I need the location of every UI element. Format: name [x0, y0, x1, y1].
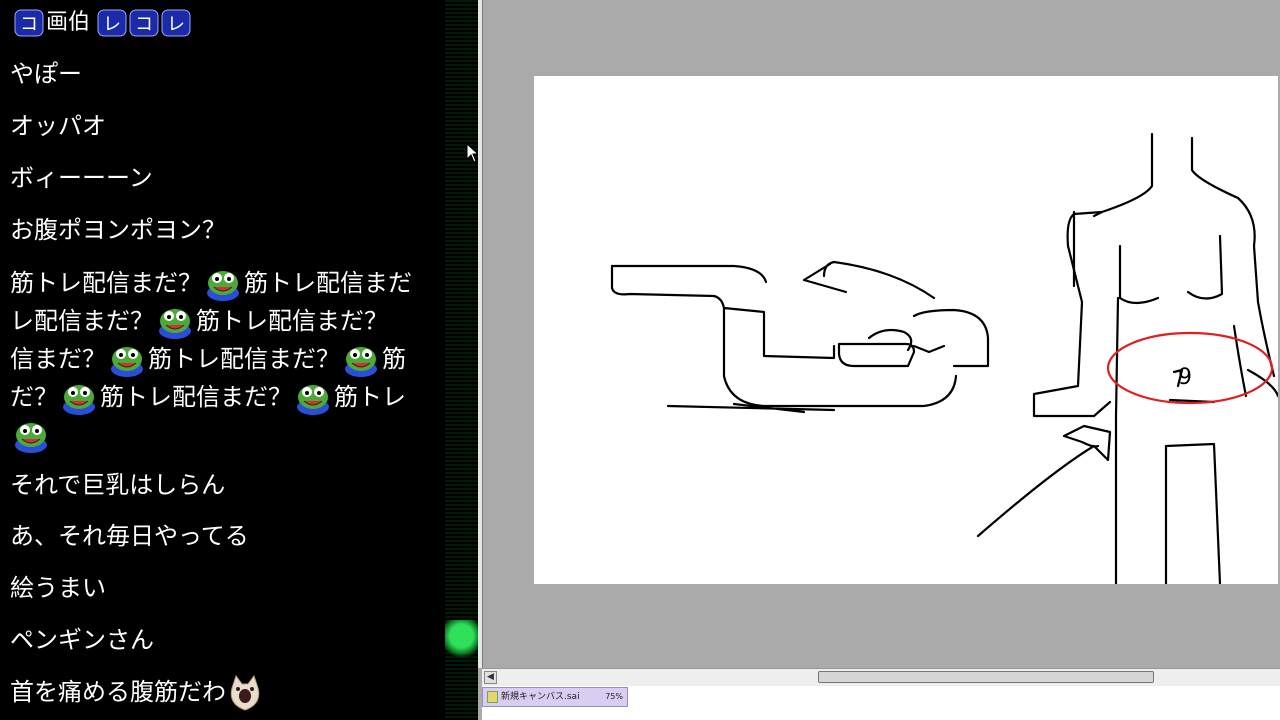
stroke — [1164, 442, 1222, 584]
stroke — [1032, 132, 1154, 418]
spam-text: 筋トレ配信まだ？ — [10, 269, 202, 297]
chat-message: あ、それ毎日やってる — [10, 522, 249, 550]
spam-text: 筋トレ配信まだ？ — [100, 383, 292, 411]
svg-text:コ: コ — [20, 14, 38, 35]
spam-text: だ？ — [10, 383, 58, 411]
paint-app-window: 9 ◀ 新規キャンバス.sai 75% — [478, 0, 1280, 720]
svg-text:コ: コ — [135, 14, 153, 35]
katakana-badge-icon: レ — [161, 9, 191, 37]
chat-message: オッパオ — [10, 112, 106, 140]
stroke — [1186, 234, 1224, 300]
spam-text: 信まだ？ — [10, 345, 106, 373]
spam-text: 筋トレ配信まだ？ — [196, 307, 388, 335]
background-stripe — [445, 0, 478, 720]
chat-message: 首を痛める腹筋だわ — [10, 673, 264, 712]
chat-message: ボィーーーン — [10, 164, 153, 192]
spam-line: だ？ 筋トレ配信まだ？ 筋トレ — [10, 378, 445, 416]
chat-message-text: 首を痛める腹筋だわ — [10, 678, 226, 706]
pepe-emote-icon — [108, 343, 146, 377]
document-icon — [487, 691, 498, 703]
stroke — [1232, 324, 1248, 398]
chat-message: 絵うまい — [10, 574, 106, 602]
chat-message: ペンギンさん — [10, 626, 154, 654]
stroke — [1190, 136, 1276, 378]
document-tab[interactable]: 新規キャンバス.sai 75% — [482, 687, 628, 707]
spam-text: 筋 — [382, 345, 406, 373]
window-edge — [478, 0, 483, 668]
spam-text: レ配信まだ？ — [10, 307, 154, 335]
chat-overlay: コ 画伯 レコレ やぽー オッパオ ボィーーーン お腹ポヨンポヨン？ 筋トレ配信… — [0, 0, 445, 720]
chat-message: それで巨乳はしらん — [10, 471, 226, 499]
chat-message-top: コ 画伯 レコレ — [14, 6, 193, 40]
scrollbar-thumb[interactable] — [818, 671, 1154, 683]
chat-spam-message: 筋トレ配信まだ？ 筋トレ配信まだ レ配信まだ？ 筋トレ配信まだ？ 信まだ？ 筋トレ配信… — [10, 264, 445, 454]
stroke — [837, 342, 916, 368]
pepe-emote-icon — [294, 381, 332, 415]
stroke — [867, 328, 913, 352]
chat-message: お腹ポヨンポヨン？ — [10, 216, 226, 244]
stroke — [976, 424, 1112, 538]
katakana-badge-icon: コ — [129, 9, 159, 37]
pepe-emote-icon — [12, 419, 50, 453]
stroke — [912, 308, 990, 368]
katakana-badge-icon: レ — [97, 9, 127, 37]
spam-text: 筋トレ配信まだ？ — [148, 345, 340, 373]
spam-text: 筋トレ配信まだ — [244, 269, 412, 297]
pepe-emote-icon — [156, 305, 194, 339]
stroke — [610, 264, 768, 284]
svg-text:レ: レ — [167, 14, 185, 35]
stroke — [912, 344, 946, 354]
svg-text:レ: レ — [103, 14, 121, 35]
canvas-drawing: 9 — [610, 132, 1278, 584]
katakana-badge-icon: コ — [14, 9, 44, 37]
document-name: 新規キャンバス.sai — [501, 692, 580, 702]
spam-line: 筋トレ配信まだ？ 筋トレ配信まだ — [10, 264, 445, 302]
background-glow — [445, 620, 478, 660]
stroke — [802, 260, 936, 300]
stroke — [1118, 244, 1160, 305]
drawing-canvas[interactable]: 9 — [534, 76, 1278, 584]
pepe-emote-icon — [60, 381, 98, 415]
spam-line: 信まだ？ 筋トレ配信まだ？ 筋 — [10, 340, 445, 378]
document-tab-bar: 新規キャンバス.sai 75% — [482, 686, 1280, 720]
cat-emote-icon — [226, 674, 264, 712]
pepe-emote-icon — [342, 343, 380, 377]
scroll-left-arrow-icon[interactable]: ◀ — [484, 671, 497, 684]
document-zoom: 75% — [605, 692, 623, 701]
spam-text: 筋トレ — [334, 383, 406, 411]
spam-line — [10, 416, 445, 454]
horizontal-scrollbar[interactable]: ◀ — [482, 668, 1280, 686]
canvas-annotation-text: 9 — [1178, 365, 1192, 390]
stroke — [1114, 296, 1120, 584]
chat-username: 画伯 — [46, 10, 91, 35]
pepe-emote-icon — [204, 267, 242, 301]
chat-message: やぽー — [10, 60, 82, 88]
spam-line: レ配信まだ？ 筋トレ配信まだ？ — [10, 302, 445, 340]
